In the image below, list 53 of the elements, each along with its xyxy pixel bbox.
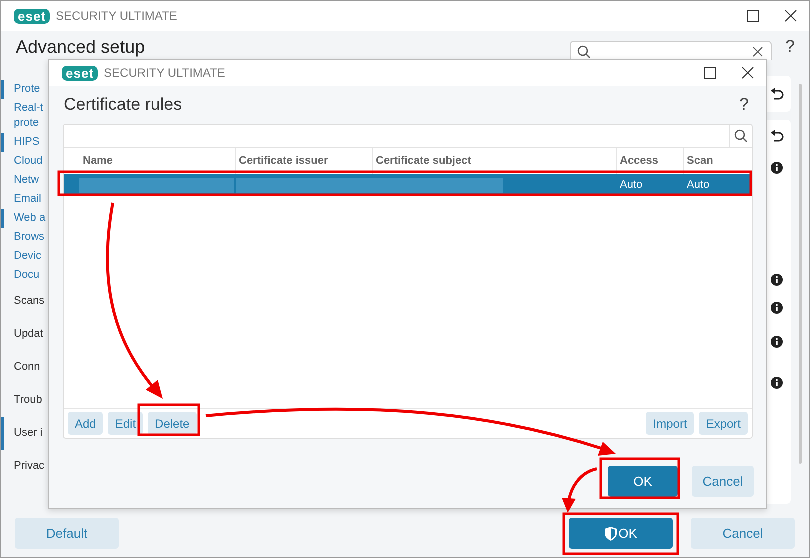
- eset-logo: eset: [62, 66, 98, 80]
- search-icon[interactable]: [734, 129, 748, 143]
- table-cell-text: Auto: [686, 178, 711, 193]
- clear-icon[interactable]: [752, 46, 763, 56]
- table-action-button[interactable]: Export: [699, 412, 748, 435]
- maximize-icon[interactable]: [704, 67, 716, 79]
- ok-button[interactable]: OK: [569, 518, 673, 549]
- table-action-button[interactable]: Edit: [108, 412, 144, 435]
- ok-button[interactable]: OK: [608, 466, 678, 497]
- sidebar-item[interactable]: Scans: [1, 285, 48, 318]
- maximize-icon[interactable]: [747, 10, 759, 22]
- help-button[interactable]: ?: [786, 37, 795, 57]
- close-icon[interactable]: [742, 67, 754, 79]
- help-button[interactable]: ?: [740, 95, 749, 115]
- sidebar-item[interactable]: Updat: [1, 318, 48, 351]
- search-icon: [576, 44, 591, 58]
- sidebar-item[interactable]: Devic: [1, 247, 48, 266]
- info-icon[interactable]: [771, 302, 783, 314]
- table-action-button[interactable]: Import: [646, 412, 694, 435]
- sidebar-item[interactable]: Brows: [1, 228, 48, 247]
- page-title: Advanced setup: [16, 36, 146, 58]
- sidebar-item[interactable]: Cloud: [1, 152, 48, 171]
- undo-icon[interactable]: [770, 88, 784, 100]
- arrow: [562, 468, 598, 513]
- shield-icon: [604, 526, 617, 540]
- dialog-heading: Certificate rules: [64, 95, 182, 115]
- info-icon[interactable]: [771, 162, 783, 174]
- cancel-button[interactable]: Cancel: [691, 518, 795, 549]
- scrollbar[interactable]: [798, 84, 802, 464]
- sidebar-item[interactable]: Docu: [1, 266, 48, 285]
- dialog-title: SECURITY ULTIMATE: [104, 66, 226, 80]
- sidebar-item[interactable]: Netw: [1, 171, 48, 190]
- column-header[interactable]: Scan: [684, 148, 752, 174]
- default-button[interactable]: Default: [15, 518, 119, 549]
- cancel-button[interactable]: Cancel: [692, 466, 754, 497]
- app-title: SECURITY ULTIMATE: [56, 9, 178, 23]
- eset-logo: eset: [14, 8, 50, 24]
- sidebar-item[interactable]: Privac: [1, 450, 48, 483]
- info-icon[interactable]: [771, 274, 783, 286]
- close-icon[interactable]: [785, 10, 797, 22]
- table-cell-text: Auto: [619, 178, 644, 193]
- sidebar-item[interactable]: Email: [1, 190, 48, 209]
- highlight-frame: [138, 404, 200, 436]
- undo-icon[interactable]: [770, 130, 784, 142]
- table-action-button[interactable]: Add: [68, 412, 104, 435]
- sidebar-item[interactable]: Real-t prote: [1, 99, 48, 133]
- sidebar-item[interactable]: Troub: [1, 384, 48, 417]
- sidebar-item[interactable]: Conn: [1, 351, 48, 384]
- info-icon[interactable]: [771, 377, 783, 389]
- table-action-button[interactable]: Delete: [148, 412, 197, 435]
- info-icon[interactable]: [771, 336, 783, 348]
- table-row[interactable]: Auto Auto: [64, 174, 752, 196]
- search-field[interactable]: [570, 40, 772, 60]
